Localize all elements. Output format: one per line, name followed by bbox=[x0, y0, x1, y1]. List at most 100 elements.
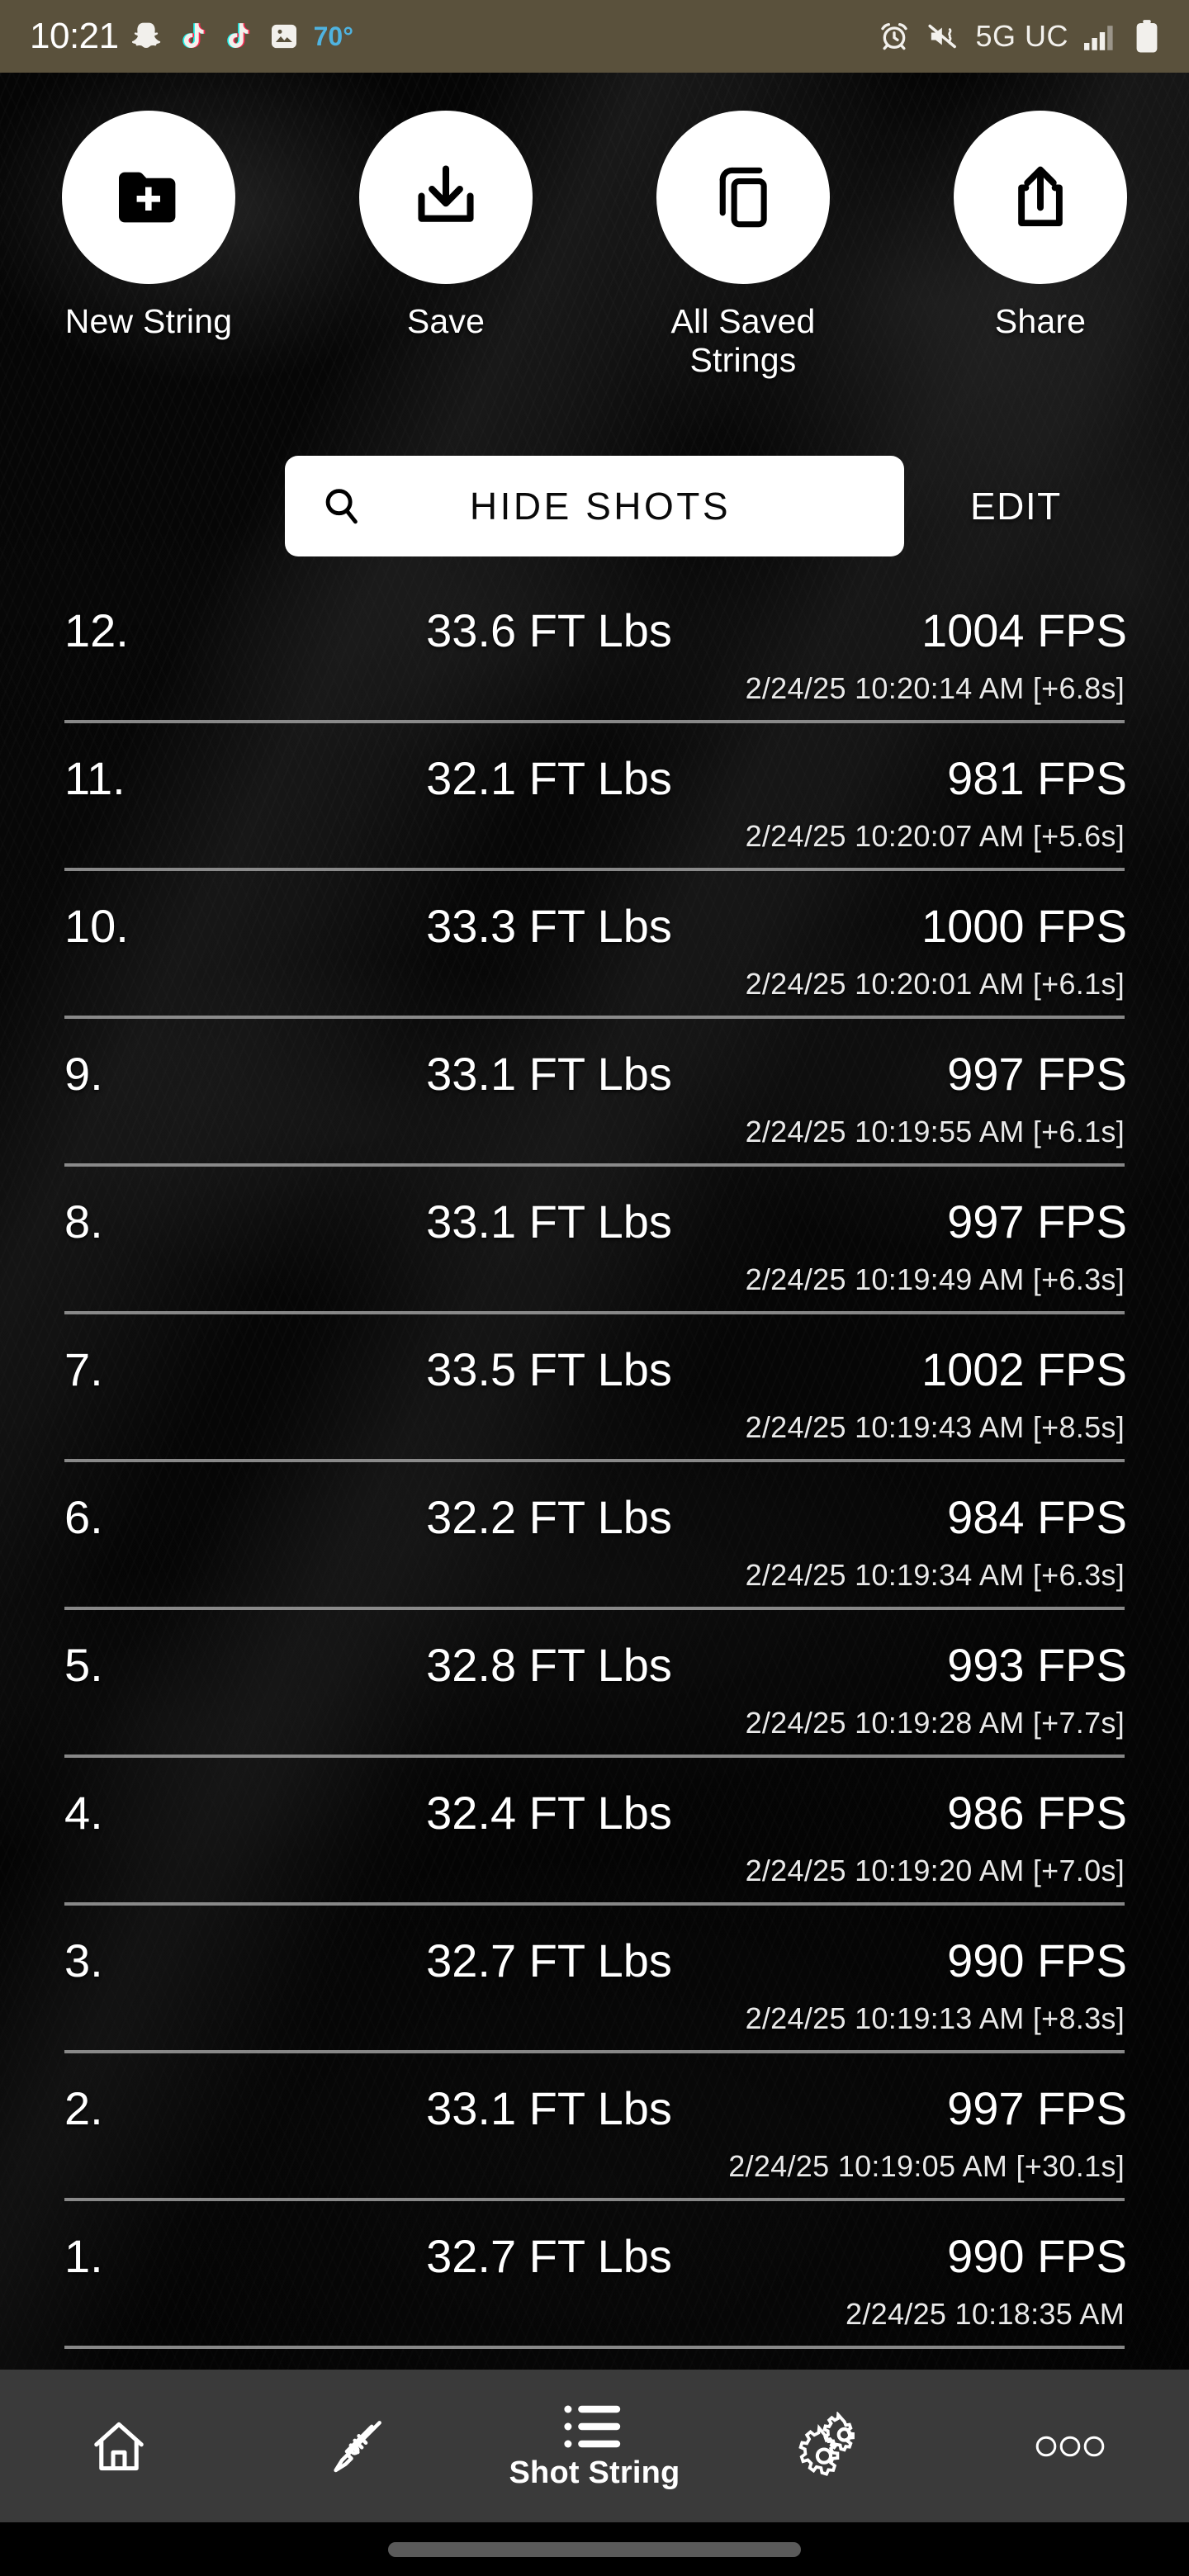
hide-shots-button-label: HIDE SHOTS bbox=[469, 485, 732, 528]
app-root: 10:21 70° 5G UC New String Save All Save… bbox=[0, 0, 1189, 2576]
shot-row-main: 12. 33.6 FT Lbs 1004 FPS bbox=[0, 607, 1189, 661]
table-row[interactable]: 10. 33.3 FT Lbs 1000 FPS 2/24/25 10:20:01 A… bbox=[0, 884, 1189, 1032]
shot-speed: 984 FPS bbox=[947, 1491, 1127, 1543]
shot-timestamp: 2/24/25 10:19:05 AM [+30.1s] bbox=[728, 2149, 1125, 2183]
shot-speed: 1002 FPS bbox=[921, 1343, 1127, 1395]
table-row[interactable]: 4. 32.4 FT Lbs 986 FPS 2/24/25 10:19:20 AM … bbox=[0, 1771, 1189, 1919]
shot-row-main: 10. 33.3 FT Lbs 1000 FPS bbox=[0, 896, 1189, 957]
all-saved-strings-button-label: All Saved Strings bbox=[670, 302, 816, 380]
shot-row-main: 1. 32.7 FT Lbs 990 FPS bbox=[0, 2226, 1189, 2287]
status-bar-clock: 10:21 bbox=[30, 16, 119, 56]
bottom-navigation-bar: Shot String bbox=[0, 2370, 1189, 2522]
shot-timestamp: 2/24/25 10:19:20 AM [+7.0s] bbox=[745, 1854, 1125, 1887]
nav-item-rifle[interactable] bbox=[238, 2370, 476, 2522]
table-row[interactable]: 7. 33.5 FT Lbs 1002 FPS 2/24/25 10:19:43 AM… bbox=[0, 1328, 1189, 1475]
alarm-icon bbox=[878, 20, 911, 53]
save-button-label: Save bbox=[406, 302, 486, 340]
row-separator bbox=[64, 1016, 1125, 1019]
shot-timestamp: 2/24/25 10:20:14 AM [+6.8s] bbox=[745, 671, 1125, 705]
table-row[interactable]: 9. 33.1 FT Lbs 997 FPS 2/24/25 10:19:55 AM … bbox=[0, 1032, 1189, 1180]
shot-speed: 997 FPS bbox=[947, 2082, 1127, 2134]
shot-string-list[interactable]: 12. 33.6 FT Lbs 1004 FPS 2/24/25 10:20:14 A… bbox=[0, 607, 1189, 2370]
shot-speed: 997 FPS bbox=[947, 1048, 1127, 1100]
status-bar-right: 5G UC bbox=[878, 19, 1159, 54]
save-button-circle[interactable] bbox=[359, 111, 533, 284]
nav-item-settings[interactable] bbox=[713, 2370, 951, 2522]
new-string-button-circle[interactable] bbox=[62, 111, 235, 284]
tiktok-icon bbox=[178, 20, 210, 53]
snapchat-icon bbox=[131, 20, 165, 53]
shot-speed: 997 FPS bbox=[947, 1196, 1127, 1248]
status-bar-left: 10:21 70° bbox=[30, 18, 353, 54]
row-separator bbox=[64, 2050, 1125, 2053]
list-icon bbox=[562, 2401, 627, 2452]
share-upload-icon bbox=[1003, 160, 1078, 234]
row-separator bbox=[64, 720, 1125, 723]
shot-timestamp: 2/24/25 10:19:13 AM [+8.3s] bbox=[745, 2001, 1125, 2035]
shot-row-main: 2. 33.1 FT Lbs 997 FPS bbox=[0, 2078, 1189, 2139]
table-row[interactable]: 8. 33.1 FT Lbs 997 FPS 2/24/25 10:19:49 AM … bbox=[0, 1180, 1189, 1328]
weather-temperature: 70° bbox=[313, 21, 353, 51]
row-separator bbox=[64, 1754, 1125, 1758]
shot-row-main: 6. 32.2 FT Lbs 984 FPS bbox=[0, 1487, 1189, 1548]
row-separator bbox=[64, 2346, 1125, 2349]
nav-item-shot-string[interactable]: Shot String bbox=[476, 2370, 713, 2522]
folder-plus-icon bbox=[109, 158, 188, 237]
nav-item-home[interactable] bbox=[0, 2370, 238, 2522]
row-separator bbox=[64, 868, 1125, 871]
shot-row-main: 11. 32.1 FT Lbs 981 FPS bbox=[0, 748, 1189, 809]
table-row[interactable]: 11. 32.1 FT Lbs 981 FPS 2/24/25 10:20:07 AM… bbox=[0, 736, 1189, 884]
gears-icon bbox=[798, 2411, 867, 2481]
gesture-navigation-area bbox=[0, 2522, 1189, 2576]
hide-shots-button[interactable]: HIDE SHOTS bbox=[285, 456, 904, 556]
shot-row-main: 8. 33.1 FT Lbs 997 FPS bbox=[0, 1191, 1189, 1252]
shot-timestamp: 2/24/25 10:20:07 AM [+5.6s] bbox=[745, 819, 1125, 853]
shot-speed: 990 FPS bbox=[947, 2230, 1127, 2282]
all-saved-strings-button[interactable]: All Saved Strings bbox=[594, 111, 892, 380]
photos-icon bbox=[268, 20, 301, 53]
shot-timestamp: 2/24/25 10:19:28 AM [+7.7s] bbox=[745, 1706, 1125, 1740]
shot-row-main: 3. 32.7 FT Lbs 990 FPS bbox=[0, 1930, 1189, 1991]
save-button[interactable]: Save bbox=[297, 111, 594, 341]
all-saved-strings-button-circle[interactable] bbox=[656, 111, 830, 284]
table-row[interactable]: 12. 33.6 FT Lbs 1004 FPS 2/24/25 10:20:14 A… bbox=[0, 607, 1189, 736]
table-row[interactable]: 6. 32.2 FT Lbs 984 FPS 2/24/25 10:19:34 AM … bbox=[0, 1475, 1189, 1623]
tiktok-icon bbox=[223, 20, 254, 53]
row-separator bbox=[64, 1607, 1125, 1610]
shot-speed: 986 FPS bbox=[947, 1787, 1127, 1839]
battery-icon bbox=[1135, 19, 1159, 54]
home-icon bbox=[88, 2415, 150, 2478]
shot-speed: 981 FPS bbox=[947, 752, 1127, 804]
table-row[interactable]: 5. 32.8 FT Lbs 993 FPS 2/24/25 10:19:28 AM … bbox=[0, 1623, 1189, 1771]
action-button-bar: New String Save All Saved Strings Share bbox=[0, 111, 1189, 380]
share-button-circle[interactable] bbox=[954, 111, 1127, 284]
shot-speed: 1000 FPS bbox=[921, 900, 1127, 952]
row-separator bbox=[64, 1163, 1125, 1167]
rifle-icon bbox=[324, 2414, 389, 2479]
shot-speed: 990 FPS bbox=[947, 1934, 1127, 1986]
status-bar: 10:21 70° 5G UC bbox=[0, 0, 1189, 73]
shot-row-main: 9. 33.1 FT Lbs 997 FPS bbox=[0, 1044, 1189, 1105]
shot-timestamp: 2/24/25 10:20:01 AM [+6.1s] bbox=[745, 967, 1125, 1001]
nav-item-more[interactable] bbox=[951, 2370, 1189, 2522]
signal-icon bbox=[1083, 21, 1120, 51]
shot-speed: 993 FPS bbox=[947, 1639, 1127, 1691]
gesture-bar[interactable] bbox=[388, 2541, 801, 2557]
shot-row-main: 4. 32.4 FT Lbs 986 FPS bbox=[0, 1783, 1189, 1844]
copy-icon bbox=[706, 160, 780, 234]
table-row[interactable]: 2. 33.1 FT Lbs 997 FPS 2/24/25 10:19:05 AM … bbox=[0, 2067, 1189, 2214]
search-edit-row: HIDE SHOTS EDIT bbox=[0, 446, 1189, 586]
shot-timestamp: 2/24/25 10:19:34 AM [+6.3s] bbox=[745, 1558, 1125, 1592]
share-button[interactable]: Share bbox=[892, 111, 1189, 341]
new-string-button[interactable]: New String bbox=[0, 111, 297, 341]
row-separator bbox=[64, 1459, 1125, 1462]
row-separator bbox=[64, 1902, 1125, 1906]
edit-button[interactable]: EDIT bbox=[970, 456, 1135, 556]
table-row[interactable]: 1. 32.7 FT Lbs 990 FPS 2/24/25 10:18:35 AM bbox=[0, 2214, 1189, 2362]
shot-row-main: 5. 32.8 FT Lbs 993 FPS bbox=[0, 1635, 1189, 1696]
table-row[interactable]: 3. 32.7 FT Lbs 990 FPS 2/24/25 10:19:13 AM … bbox=[0, 1919, 1189, 2067]
network-type-label: 5G UC bbox=[975, 19, 1068, 53]
row-separator bbox=[64, 1311, 1125, 1314]
share-button-label: Share bbox=[994, 302, 1087, 340]
vibrate-icon bbox=[926, 20, 960, 53]
